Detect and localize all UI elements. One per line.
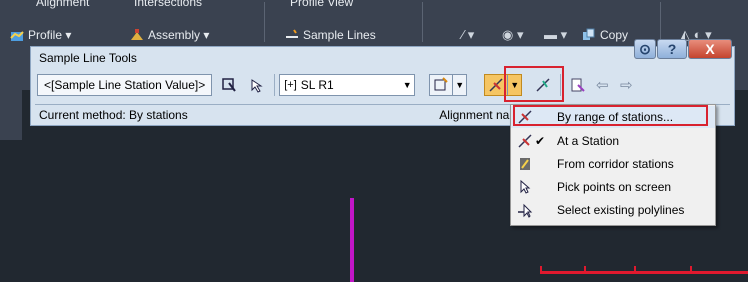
ribbon-intersections-button[interactable]: Intersections xyxy=(134,0,202,13)
profile-icon xyxy=(10,31,24,41)
ribbon-assembly-button[interactable]: Assembly ▾ xyxy=(130,24,209,46)
sample-line-properties-icon[interactable] xyxy=(567,74,589,96)
sample-lines-icon xyxy=(286,29,298,38)
sample-line-group-combo[interactable]: [+] SL R1 ▼ xyxy=(279,74,416,96)
palette-toolbar: <[Sample Line Station Value]> [+] SL R1 … xyxy=(35,71,730,99)
ribbon-profile-view-button[interactable]: Profile View xyxy=(290,0,353,13)
menu-item-highlight xyxy=(513,105,708,126)
corridor-stations-icon xyxy=(517,156,533,172)
menu-item-select-existing-polylines[interactable]: Select existing polylines xyxy=(511,199,715,221)
current-method-text: Current method: By stations xyxy=(39,107,188,122)
group-icon: [+] xyxy=(284,79,297,91)
at-station-icon xyxy=(517,133,533,149)
toolbar-divider xyxy=(274,74,276,96)
assembly-icon xyxy=(131,29,143,40)
close-button[interactable]: X xyxy=(688,39,732,59)
undo-icon[interactable]: ⇦ xyxy=(591,74,613,96)
menu-item-from-corridor-stations[interactable]: From corridor stations xyxy=(511,153,715,175)
station-format-icon[interactable] xyxy=(218,74,240,96)
menu-item-label: At a Station xyxy=(557,134,620,148)
help-icon[interactable]: ⊙ xyxy=(634,39,656,59)
menu-item-pick-points-on-screen[interactable]: Pick points on screen xyxy=(511,176,715,198)
ribbon-sample-lines-label: Sample Lines xyxy=(303,28,376,42)
magenta-sample-line xyxy=(350,198,354,282)
station-value-button[interactable]: <[Sample Line Station Value]> xyxy=(37,74,213,96)
copy-icon xyxy=(583,28,595,40)
ribbon-tool-icon-1[interactable]: ⁄ ▾ xyxy=(462,24,474,46)
ribbon-separator xyxy=(264,2,265,42)
red-alignment-line xyxy=(540,271,748,274)
menu-item-label: From corridor stations xyxy=(557,157,674,171)
ribbon-copy-label: Copy xyxy=(600,28,629,42)
ribbon-profile-view-label: Profile View xyxy=(290,0,354,9)
red-tick xyxy=(584,266,586,274)
title-buttons: ⊙ ? X xyxy=(633,39,732,59)
ribbon-row-1: Alignment Intersections Profile View xyxy=(0,0,748,13)
ribbon-alignment-label: Alignment xyxy=(36,0,90,9)
ribbon-tool-icon-2[interactable]: ◉ ▾ xyxy=(502,24,523,46)
method-button-highlight xyxy=(504,66,564,102)
chevron-down-icon: ▼ xyxy=(402,80,412,90)
ribbon-tool-icon-3[interactable]: ▬ ▾ xyxy=(544,24,567,46)
ribbon-copy-button[interactable]: Copy xyxy=(582,24,628,46)
palette-title: Sample Line Tools xyxy=(39,51,137,65)
ribbon-profile-button[interactable]: Profile ▾ xyxy=(10,24,71,46)
canvas-left-strip xyxy=(0,90,22,140)
ribbon-intersections-label: Intersections xyxy=(134,0,203,9)
help-button[interactable]: ? xyxy=(657,39,687,59)
ribbon-separator xyxy=(660,2,661,42)
red-tick xyxy=(690,266,692,274)
redo-icon[interactable]: ⇨ xyxy=(615,74,637,96)
menu-item-at-a-station[interactable]: ✔ At a Station xyxy=(511,130,715,152)
red-tick xyxy=(540,266,542,274)
ribbon-sample-lines-button[interactable]: Sample Lines xyxy=(285,24,376,46)
red-tick xyxy=(634,266,636,274)
chevron-down-icon: ▼ xyxy=(452,75,466,95)
menu-item-label: Pick points on screen xyxy=(557,180,672,194)
pick-points-icon xyxy=(517,179,533,195)
ribbon-separator xyxy=(422,2,423,42)
group-properties-icon xyxy=(430,75,452,95)
select-sample-line-icon[interactable] xyxy=(246,74,268,96)
ribbon-alignment-button[interactable]: Alignment xyxy=(36,0,89,13)
group-properties-split-button[interactable]: ▼ xyxy=(429,74,468,96)
menu-item-label: Select existing polylines xyxy=(557,203,685,217)
checkmark-icon: ✔ xyxy=(535,134,546,148)
sample-line-group-value: SL R1 xyxy=(300,78,334,92)
ribbon-profile-label: Profile ▾ xyxy=(28,28,72,42)
select-polylines-icon xyxy=(517,202,533,218)
ribbon-assembly-label: Assembly ▾ xyxy=(148,28,210,42)
